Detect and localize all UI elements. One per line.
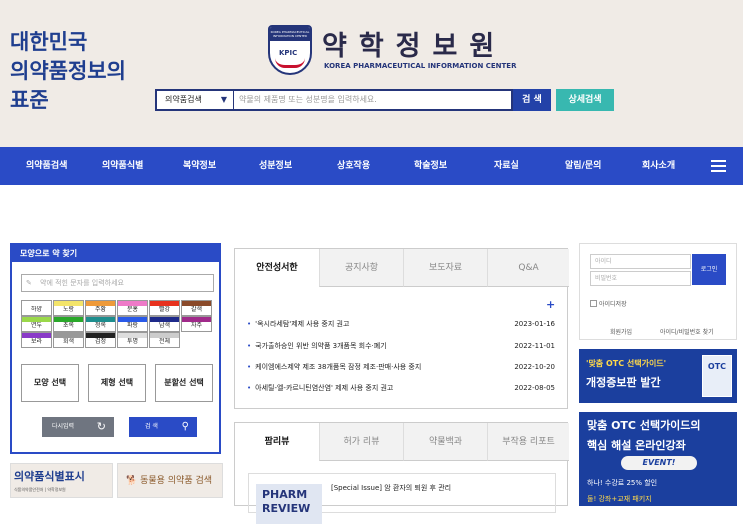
identification-banner[interactable]: 의약품식별표시 식품의약품안전처 | 약학정보원 bbox=[10, 463, 113, 498]
slogan-line: 대한민국 bbox=[10, 30, 88, 54]
pencil-icon: ✎ bbox=[26, 279, 32, 287]
join-link[interactable]: 회원가입 bbox=[610, 327, 632, 336]
advanced-search-button[interactable]: 상세검색 bbox=[556, 89, 614, 111]
tab-side-effect-report[interactable]: 부작용 리포트 bbox=[487, 423, 569, 461]
search-input[interactable]: 약물의 제품명 또는 성분명을 입력하세요. bbox=[239, 91, 377, 109]
search-bar: 의약품검색 ▼ 약물의 제품명 또는 성분명을 입력하세요. bbox=[155, 89, 513, 111]
color-swatch[interactable]: 투명 bbox=[117, 332, 148, 348]
nav-item[interactable]: 상호작용 bbox=[337, 147, 370, 185]
find-account-link[interactable]: 아이디/비밀번호 찾기 bbox=[660, 327, 714, 336]
save-id-checkbox[interactable]: 아이디저장 bbox=[590, 299, 627, 308]
password-field[interactable]: 비밀번호 bbox=[590, 271, 691, 286]
site-header: 대한민국 의약품정보의 표준 KOREA PHARMACEUTICAL INFO… bbox=[0, 0, 743, 147]
nav-item[interactable]: 의약품검색 bbox=[26, 147, 67, 185]
scoreline-select-button[interactable]: 분할선 선택 bbox=[155, 364, 213, 402]
shape-search-button[interactable]: 검 색 ⚲ bbox=[129, 417, 197, 437]
color-swatch[interactable]: 갈색 bbox=[181, 300, 212, 316]
nav-item[interactable]: 자료실 bbox=[494, 147, 519, 185]
color-swatch[interactable]: 보라 bbox=[21, 332, 52, 348]
color-swatch[interactable]: 초록 bbox=[53, 316, 84, 332]
id-field[interactable]: 아이디 bbox=[590, 254, 691, 269]
news-item[interactable]: • 케이엠에스제약 제조 38개품목 잠정 제조·판매·사용 중지 2022-10-… bbox=[247, 361, 555, 373]
color-swatch[interactable]: 파랑 bbox=[117, 316, 148, 332]
tab-safety-letter[interactable]: 안전성서한 bbox=[235, 249, 319, 287]
main-nav: 의약품검색 의약품식별 복약정보 성분정보 상호작용 학술정보 자료실 알림/문… bbox=[0, 147, 743, 185]
color-swatch[interactable]: 자주 bbox=[181, 316, 212, 332]
checkbox-icon bbox=[590, 300, 597, 307]
animal-drug-banner[interactable]: 🐕 동물용 의약품 검색 bbox=[117, 463, 223, 498]
color-swatch[interactable]: 청록 bbox=[85, 316, 116, 332]
color-swatch[interactable]: 회색 bbox=[53, 332, 84, 348]
slogan: 대한민국 의약품정보의 표준 bbox=[10, 28, 126, 115]
review-title: [Special Issue] 암 환자의 퇴원 후 관리 bbox=[331, 484, 452, 492]
shape-select-button[interactable]: 모양 선택 bbox=[21, 364, 79, 402]
search-category-select[interactable]: 의약품검색 ▼ bbox=[157, 91, 234, 109]
color-swatch[interactable]: 노랑 bbox=[53, 300, 84, 316]
event-badge: EVENT! bbox=[621, 456, 697, 470]
menu-icon[interactable] bbox=[711, 160, 726, 172]
otc-course-banner[interactable]: 맞춤 OTC 선택가이드의 핵심 해설 온라인강좌 EVENT! 하나! 수강료… bbox=[579, 412, 737, 506]
color-swatch[interactable]: 하양 bbox=[21, 300, 52, 316]
shape-search-panel: 모양으로 약 찾기 ✎ 약에 적힌 문자를 입력하세요 하양 노랑 주황 분홍 빨강 갈색… bbox=[10, 243, 221, 454]
shape-search-title: 모양으로 약 찾기 bbox=[12, 245, 219, 262]
login-panel: 아이디 비밀번호 로그인 아이디저장 회원가입 아이디/비밀번호 찾기 bbox=[579, 243, 737, 340]
nav-item[interactable]: 의약품식별 bbox=[102, 147, 143, 185]
tab-notice[interactable]: 공지사항 bbox=[319, 249, 403, 287]
tab-qna[interactable]: Q&A bbox=[487, 249, 569, 287]
imprint-input[interactable]: ✎ 약에 적힌 문자를 입력하세요 bbox=[21, 274, 214, 292]
nav-item[interactable]: 성분정보 bbox=[259, 147, 292, 185]
caret-down-icon: ▼ bbox=[220, 95, 227, 104]
search-icon: ⚲ bbox=[181, 421, 189, 432]
kpic-logo-icon[interactable]: KOREA PHARMACEUTICAL INFORMATION CENTER … bbox=[268, 25, 312, 75]
review-panel: 팜리뷰 허가 리뷰 약물백과 부작용 리포트 PHARM REVIEW [Spe… bbox=[234, 422, 569, 524]
news-panel: 안전성서한 공지사항 보도자료 Q&A + • '옥시라세탐'제제 사용 중지 권… bbox=[234, 248, 569, 409]
pharm-review-logo: PHARM REVIEW bbox=[256, 484, 322, 524]
logo-band-text: KOREA PHARMACEUTICAL INFORMATION CENTER bbox=[270, 30, 310, 38]
nav-item[interactable]: 알림/문의 bbox=[565, 147, 601, 185]
news-item[interactable]: • 아세틸-엘-카르니틴염산염' 제제 사용 중지 권고 2022-08-05 bbox=[247, 382, 555, 394]
color-swatch[interactable]: 남색 bbox=[149, 316, 180, 332]
refresh-icon: ↻ bbox=[96, 420, 106, 433]
slogan-line: 의약품정보의 bbox=[10, 59, 126, 83]
identification-title: 의약품식별표시 bbox=[14, 470, 85, 483]
tab-press[interactable]: 보도자료 bbox=[403, 249, 487, 287]
logo-kpic-text: KPIC bbox=[279, 49, 298, 57]
nav-item[interactable]: 복약정보 bbox=[183, 147, 216, 185]
identification-sub: 식품의약품안전처 | 약학정보원 bbox=[14, 487, 66, 492]
otc-guide-banner[interactable]: '맞춤 OTC 선택가이드' 개정증보판 발간 OTC bbox=[579, 349, 737, 403]
slogan-line: 표준 bbox=[10, 88, 49, 112]
login-button[interactable]: 로그인 bbox=[692, 254, 726, 285]
news-item[interactable]: • '옥시라세탐'제제 사용 중지 권고 2023-01-16 bbox=[247, 318, 555, 330]
tab-drug-encyclopedia[interactable]: 약물백과 bbox=[403, 423, 487, 461]
color-swatch[interactable]: 연두 bbox=[21, 316, 52, 332]
color-swatch[interactable]: 전체 bbox=[149, 332, 180, 348]
tab-approval-review[interactable]: 허가 리뷰 bbox=[319, 423, 403, 461]
brand-name-en: KOREA PHARMACEUTICAL INFORMATION CENTER bbox=[324, 62, 517, 70]
search-button[interactable]: 검 색 bbox=[513, 89, 551, 111]
book-icon: OTC bbox=[702, 355, 732, 397]
color-swatch[interactable]: 분홍 bbox=[117, 300, 148, 316]
reset-button[interactable]: 다시입력 ↻ bbox=[42, 417, 114, 437]
color-swatch[interactable]: 검정 bbox=[85, 332, 116, 348]
plus-icon[interactable]: + bbox=[546, 298, 555, 311]
nav-item[interactable]: 학술정보 bbox=[414, 147, 447, 185]
brand-name[interactable]: 약학정보원 bbox=[322, 24, 506, 63]
news-item[interactable]: • 국가출하승인 위반 의약품 3개품목 회수·폐기 2022-11-01 bbox=[247, 340, 555, 352]
nav-item[interactable]: 회사소개 bbox=[642, 147, 675, 185]
tab-pharm-review[interactable]: 팜리뷰 bbox=[235, 423, 319, 461]
review-card[interactable]: PHARM REVIEW [Special Issue] 암 환자의 퇴원 후 … bbox=[248, 473, 556, 524]
dog-icon: 🐕 bbox=[126, 476, 141, 486]
search-category-value: 의약품검색 bbox=[165, 95, 202, 104]
color-swatch[interactable]: 빨강 bbox=[149, 300, 180, 316]
color-swatch[interactable]: 주황 bbox=[85, 300, 116, 316]
form-select-button[interactable]: 제형 선택 bbox=[88, 364, 146, 402]
